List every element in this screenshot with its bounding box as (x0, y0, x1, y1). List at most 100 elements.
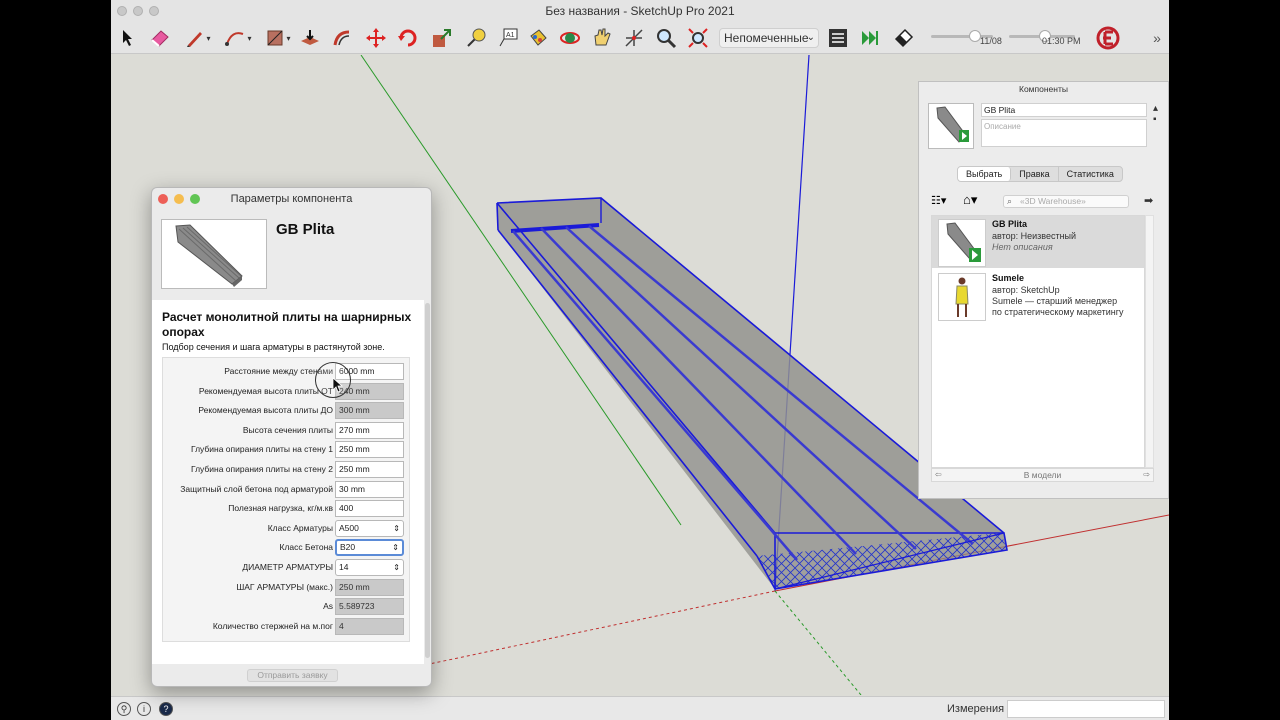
geo-location-icon[interactable]: ⚲ (117, 702, 131, 716)
param-row: Полезная нагрузка, кг/м.кв 400 (163, 500, 411, 518)
param-value: A500 (339, 522, 359, 533)
components-title: Компоненты (1019, 84, 1068, 94)
svg-text:A1: A1 (506, 32, 515, 39)
rotate-icon[interactable] (395, 25, 421, 51)
component-name-field[interactable]: GB Plita (981, 103, 1147, 117)
zoom-icon[interactable] (653, 25, 679, 51)
param-label: ДИАМЕТР АРМАТУРЫ (242, 562, 333, 572)
extension-logo-icon[interactable] (1093, 25, 1123, 51)
orbit-icon[interactable] (557, 25, 583, 51)
params-scrollbar[interactable] (425, 303, 430, 658)
arc-icon[interactable]: ▾ (221, 25, 255, 51)
param-value: 250 mm (339, 464, 370, 474)
param-row: Класс Арматуры A500 ⇕ (163, 519, 411, 538)
param-label: Класс Бетона (279, 542, 333, 553)
updown-chevron-icon: ⇕ (393, 523, 400, 533)
component-name: GB Plita (276, 221, 335, 238)
param-select[interactable]: A500 ⇕ (335, 519, 404, 537)
in-model-footer[interactable]: ⇦ В модели ⇨ (931, 468, 1154, 482)
param-input[interactable]: 30 mm (335, 480, 404, 498)
component-params-dialog: Параметры компонента GB Plita Расчет мон… (151, 187, 432, 687)
search-icon: ⌕ (1007, 196, 1013, 206)
push-pull-icon[interactable] (297, 25, 323, 51)
components-tabs: Выбрать Правка Статистика (957, 166, 1123, 182)
updown-chevron-icon: ⇕ (393, 563, 400, 572)
offset-icon[interactable] (329, 25, 355, 51)
position-camera-icon[interactable] (621, 25, 647, 51)
item-title: GB Plita (992, 219, 1028, 229)
rectangle-icon[interactable]: ▾ (261, 25, 295, 51)
item-description: Sumele — старший менеджер (992, 296, 1118, 306)
view-options-icon[interactable]: ☷▾ (931, 194, 946, 207)
param-input[interactable]: 250 mm (335, 441, 404, 459)
paint-bucket-icon[interactable] (525, 25, 551, 51)
list-item[interactable]: GB Plita автор: Неизвестный Нет описания (932, 216, 1144, 268)
in-model-label: В модели (1023, 470, 1062, 480)
components-tab[interactable]: Правка (1011, 167, 1059, 181)
list-item[interactable]: Sumele автор: SketchUp Sumele — старший … (932, 270, 1144, 322)
minimize-window-button[interactable] (133, 6, 143, 16)
updown-chevron-icon: ⇕ (392, 543, 399, 553)
move-icon[interactable] (363, 25, 389, 51)
param-label: ШАГ АРМАТУРЫ (макс.) (236, 581, 333, 592)
pencil-line-icon[interactable]: ▾ (181, 25, 215, 51)
dialog-title: Параметры компонента (230, 193, 353, 205)
scale-icon[interactable] (429, 25, 455, 51)
navigate-forward-icon[interactable]: ➡ (1144, 194, 1153, 207)
info-icon[interactable]: i (137, 702, 151, 716)
component-description-field[interactable]: Описание (981, 119, 1147, 147)
param-input[interactable]: 400 (335, 500, 404, 518)
components-list-scrollbar[interactable] (1145, 215, 1154, 468)
toolbar-overflow-icon[interactable]: » (1147, 25, 1167, 51)
param-readonly-value: 4 (335, 617, 404, 635)
param-label: Защитный слой бетона под арматурой (180, 483, 333, 494)
param-label: Полезная нагрузка, кг/м.кв (228, 503, 333, 514)
measurements-label: Измерения (947, 703, 1005, 715)
style-select[interactable]: Непомеченные ⌄ (719, 28, 819, 48)
item-author: автор: SketchUp (992, 285, 1060, 295)
help-icon[interactable]: ? (159, 702, 173, 716)
sumele-thumbnail (938, 273, 986, 321)
eraser-icon[interactable] (147, 25, 173, 51)
component-thumbnail (161, 219, 267, 289)
param-input[interactable]: 250 mm (335, 461, 404, 478)
tape-measure-icon[interactable] (463, 25, 489, 51)
warehouse-search-input[interactable]: ⌕ «3D Warehouse» (1003, 195, 1129, 208)
close-window-button[interactable] (117, 6, 127, 16)
search-placeholder: «3D Warehouse» (1020, 196, 1086, 206)
send-request-button[interactable]: Отправить заявку (247, 669, 338, 682)
param-label: Глубина опирания плиты на стену 2 (190, 464, 333, 474)
pan-icon[interactable] (589, 25, 615, 51)
forward-arrow-icon[interactable]: ⇨ (1143, 469, 1150, 481)
param-label: Высота сечения плиты (242, 424, 333, 435)
components-tab[interactable]: Статистика (1059, 167, 1122, 181)
clear-eraser-icon[interactable] (891, 25, 917, 51)
shadow-time-label: 01:30 PM (1042, 36, 1081, 46)
param-readonly-value: 250 mm (335, 578, 404, 596)
params-form: Расстояние между стенами 6000 mm Рекоменду… (162, 357, 410, 642)
shadow-date-knob[interactable] (968, 30, 981, 42)
components-tab[interactable]: Выбрать (958, 167, 1012, 181)
green-axis-negative (774, 590, 862, 695)
detail-toggle-icon[interactable]: ▴ ▪ (1153, 103, 1163, 125)
text-label-icon[interactable]: A1 (495, 25, 521, 51)
style-select-value: Непомеченные (724, 31, 809, 45)
select-arrow-icon[interactable] (115, 25, 141, 51)
param-input[interactable]: 270 mm (335, 421, 404, 439)
param-label: Рекомендуемая высота плиты ОТ (198, 385, 333, 396)
measurements-input[interactable] (1007, 700, 1165, 718)
outliner-icon[interactable] (825, 25, 851, 51)
zoom-extents-icon[interactable] (685, 25, 711, 51)
home-icon[interactable]: ⌂▾ (963, 192, 977, 208)
back-arrow-icon[interactable]: ⇦ (935, 469, 942, 481)
param-row: ШАГ АРМАТУРЫ (макс.) 250 mm (163, 578, 411, 597)
param-value: 250 mm (339, 444, 370, 455)
click-highlight-cursor (315, 362, 351, 398)
main-toolbar: ▾ ▾ ▾ A1 Непомеченные ⌄ 11/08 01:30 PM » (111, 22, 1169, 54)
shadow-date-label: 11/08 (980, 36, 1002, 46)
zoom-window-button[interactable] (149, 6, 159, 16)
scenes-icon[interactable] (857, 25, 883, 51)
components-panel: Компоненты GB Plita Описание ▴ ▪ Выбрать П… (918, 81, 1169, 499)
param-select[interactable]: B20 ⇕ (335, 539, 404, 557)
param-select[interactable]: 14 ⇕ (335, 559, 404, 576)
